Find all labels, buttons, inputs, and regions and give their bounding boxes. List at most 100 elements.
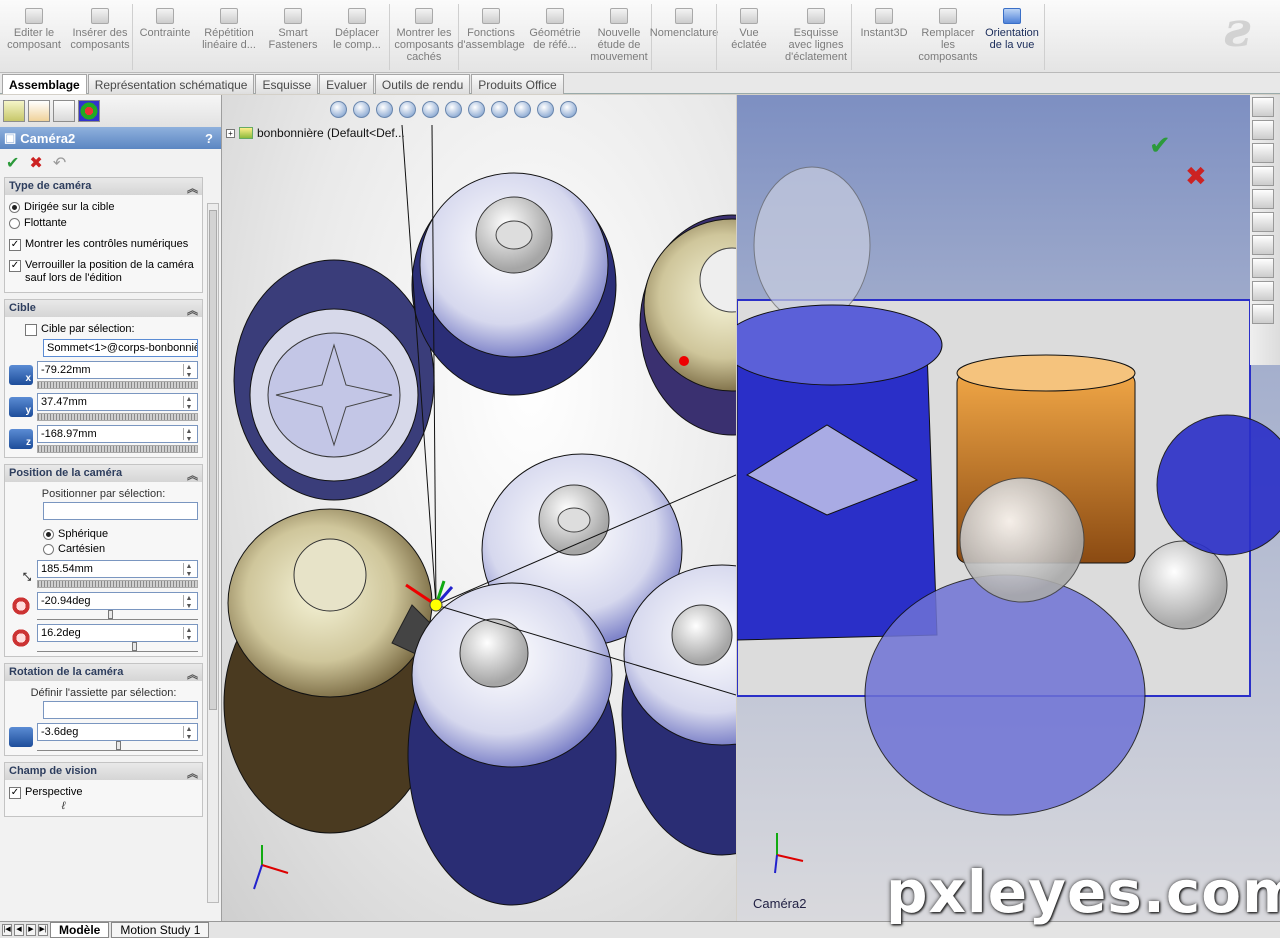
next-tab-icon[interactable]: ▶ (26, 924, 36, 936)
scrollbar-thumb[interactable] (209, 210, 217, 710)
confirm-cancel-icon[interactable]: ✖ (1185, 161, 1207, 192)
checkbox-target-selection[interactable] (25, 324, 37, 336)
ribbon-button-show-hidden[interactable]: Montrer les composants cachés (390, 0, 458, 73)
ribbon-button-insert-components[interactable]: Insérer des composants (68, 0, 132, 73)
target-header[interactable]: Cible ︽ (5, 300, 202, 317)
camera-position-header[interactable]: Position de la caméra ︽ (5, 465, 202, 482)
thumbwheel[interactable] (37, 580, 198, 588)
collapse-icon[interactable]: ︽ (187, 765, 198, 780)
ribbon-button-motion-study[interactable]: Nouvelle étude de mouvement (587, 0, 651, 73)
longitude-slider[interactable] (37, 610, 198, 620)
checkbox-perspective[interactable]: ✓ (9, 787, 21, 799)
option-floating[interactable]: Flottante (9, 217, 198, 230)
target-x-input[interactable]: -79.22mm ▲ ▼ (37, 361, 198, 379)
viewport-left[interactable]: + bonbonnière (Default<Def... (222, 95, 736, 921)
radio-target[interactable] (9, 202, 20, 213)
tab-5[interactable]: Produits Office (471, 74, 564, 94)
ribbon-button-edit-component[interactable]: Editer le composant (0, 0, 68, 73)
ribbon-button-replace-components[interactable]: Remplacer les composants (916, 0, 980, 73)
target-z-input[interactable]: -168.97mm ▲ ▼ (37, 425, 198, 443)
collapse-icon[interactable]: ︽ (187, 666, 198, 681)
last-tab-icon[interactable]: ▶| (38, 924, 48, 936)
spin-icon[interactable]: ▲ ▼ (183, 627, 194, 642)
checkbox-show-numeric[interactable]: ✓ (9, 239, 21, 251)
tab-4[interactable]: Outils de rendu (374, 74, 471, 94)
option-spherical[interactable]: Sphérique (43, 528, 198, 541)
ribbon-button-bom[interactable]: Nomenclature (650, 0, 718, 73)
collapse-icon[interactable]: ︽ (187, 180, 198, 195)
radio-floating[interactable] (9, 218, 20, 229)
tab-3[interactable]: Evaluer (319, 74, 374, 94)
cancel-button[interactable]: ✖ (29, 153, 42, 173)
spin-icon[interactable]: ▲ ▼ (183, 563, 194, 578)
ribbon-button-exploded-view[interactable]: Vue éclatée (717, 0, 781, 73)
ribbon-button-explode-line-sketch[interactable]: Esquisse avec lignes d'éclatement (781, 0, 851, 73)
option-target[interactable]: Dirigée sur la cible (9, 201, 198, 214)
spin-icon[interactable]: ▲ ▼ (183, 595, 194, 610)
ok-button[interactable]: ✔ (6, 153, 19, 173)
pm-scrollbar[interactable] (207, 203, 219, 903)
feature-manager-icon[interactable] (3, 100, 25, 122)
ribbon-button-linear-pattern[interactable]: Répétition linéaire d... (197, 0, 261, 73)
tab-1[interactable]: Représentation schématique (87, 74, 255, 94)
tab-motion-study[interactable]: Motion Study 1 (111, 922, 210, 938)
latitude-input[interactable]: 16.2deg ▲ ▼ (37, 624, 198, 642)
collapse-icon[interactable]: ︽ (187, 467, 198, 482)
thumbwheel[interactable] (37, 413, 198, 421)
smart-dimension-icon[interactable] (1252, 258, 1274, 278)
thumbwheel[interactable] (37, 381, 198, 389)
ribbon-button-reference-geometry[interactable]: Géométrie de réfé... (523, 0, 587, 73)
display-manager-icon[interactable] (78, 100, 100, 122)
spin-icon[interactable]: ▲ ▼ (183, 396, 194, 411)
ribbon-button-assembly-features[interactable]: Fonctions d'assemblage (457, 0, 525, 73)
property-manager-icon[interactable] (28, 100, 50, 122)
measure-icon[interactable] (1252, 281, 1274, 301)
ribbon-button-mate[interactable]: Contrainte (133, 0, 197, 73)
roll-selection-field[interactable] (43, 701, 198, 719)
tab-0[interactable]: Assemblage (2, 74, 87, 94)
ribbon-button-move-component[interactable]: Déplacer le comp... (325, 0, 389, 73)
design-library-icon[interactable] (1252, 143, 1274, 163)
option-perspective[interactable]: ✓ Perspective (9, 786, 198, 799)
longitude-input[interactable]: -20.94deg ▲ ▼ (37, 592, 198, 610)
help-button[interactable]: ? (205, 131, 213, 146)
collapse-icon[interactable]: ︽ (187, 302, 198, 317)
spin-icon[interactable]: ▲ ▼ (183, 364, 194, 379)
configuration-manager-icon[interactable] (53, 100, 75, 122)
ribbon-button-smart-fasteners[interactable]: Smart Fasteners (261, 0, 325, 73)
radio-spherical[interactable] (43, 529, 54, 540)
ribbon-button-view-orientation[interactable]: Orientation de la vue (980, 0, 1044, 73)
target-y-input[interactable]: 37.47mm ▲ ▼ (37, 393, 198, 411)
thumbwheel[interactable] (37, 445, 198, 453)
confirm-ok-icon[interactable]: ✔ (1149, 130, 1171, 161)
custom-properties-icon[interactable] (1252, 235, 1274, 255)
checkbox-lock-position[interactable]: ✓ (9, 260, 21, 272)
latitude-slider[interactable] (37, 642, 198, 652)
spin-icon[interactable]: ▲ ▼ (183, 726, 194, 741)
section-properties-icon[interactable] (1252, 304, 1274, 324)
option-cartesian[interactable]: Cartésien (43, 543, 198, 556)
tab-model[interactable]: Modèle (50, 922, 110, 938)
tab-2[interactable]: Esquisse (255, 74, 319, 94)
option-target-selection[interactable]: Cible par sélection: (25, 323, 198, 336)
radio-cartesian[interactable] (43, 544, 54, 555)
ribbon-button-instant3d[interactable]: Instant3D (852, 0, 916, 73)
viewport-camera[interactable]: ◧ ◨ ▁ ❐ ✕ (737, 95, 1280, 921)
view-palette-icon[interactable] (1252, 189, 1274, 209)
home-icon[interactable] (1252, 120, 1274, 140)
spin-icon[interactable]: ▲ ▼ (183, 428, 194, 443)
file-explorer-icon[interactable] (1252, 166, 1274, 186)
camera-rotation-header[interactable]: Rotation de la caméra ︽ (5, 664, 202, 681)
roll-slider[interactable] (37, 741, 198, 751)
target-selection-field[interactable]: Sommet<1>@corps-bonbonnièr (43, 339, 198, 357)
first-tab-icon[interactable]: |◀ (2, 924, 12, 936)
undo-button[interactable]: ↶ (53, 153, 66, 173)
position-selection-field[interactable] (43, 502, 198, 520)
appearances-icon[interactable] (1252, 212, 1274, 232)
option-lock-position[interactable]: ✓ Verrouiller la position de la caméra sa… (9, 259, 198, 285)
resources-icon[interactable] (1252, 97, 1274, 117)
roll-input[interactable]: -3.6deg ▲ ▼ (37, 723, 198, 741)
camera-type-header[interactable]: Type de caméra ︽ (5, 178, 202, 195)
prev-tab-icon[interactable]: ◀ (14, 924, 24, 936)
distance-input[interactable]: 185.54mm ▲ ▼ (37, 560, 198, 578)
